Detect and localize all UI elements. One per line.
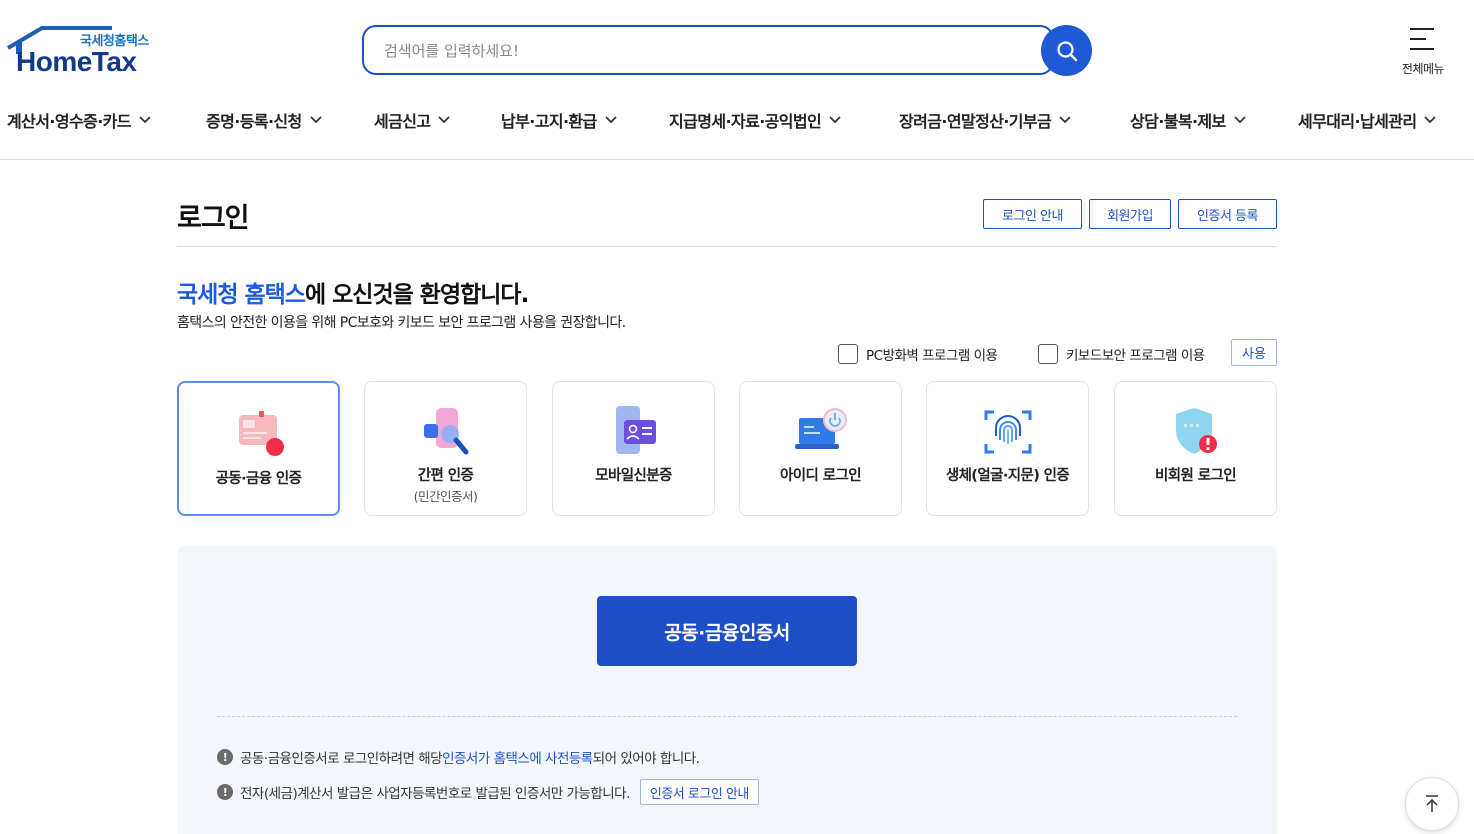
checkbox-box[interactable]: [1038, 344, 1058, 364]
certificate-icon: [238, 411, 284, 456]
nav-item-label: 세금신고: [374, 112, 431, 131]
notice-text: 전자(세금)계산서 발급은 사업자등록번호로 발급된 인증서만 가능합니다.: [240, 786, 630, 802]
method-label: 비회원 로그인: [1155, 468, 1236, 484]
welcome-text: 에 오신것을 환영합니다.: [304, 282, 529, 308]
method-label: 모바일신분증: [595, 468, 672, 484]
exclamation-icon: !: [217, 784, 233, 800]
fingerprint-icon: [984, 410, 1031, 454]
notice-text: 되어 있어야 합니다.: [592, 751, 700, 767]
simple-auth-icon: [423, 408, 468, 455]
nav-item-statement[interactable]: 지급명세·자료·공익법인: [669, 108, 841, 132]
nav-item-label: 납부·고지·환급: [501, 112, 597, 131]
chevron-down-icon: [310, 116, 322, 124]
method-biometric[interactable]: 생체(얼굴·지문) 인증: [926, 381, 1089, 516]
method-label: 아이디 로그인: [780, 468, 861, 484]
signup-button[interactable]: 회원가입: [1089, 199, 1171, 229]
exclamation-icon: !: [217, 749, 233, 765]
logo-english-text: HomeTax: [16, 46, 137, 77]
chevron-down-icon: [1424, 116, 1437, 124]
cert-login-guide-button[interactable]: 인증서 로그인 안내: [639, 779, 759, 805]
security-recommendation: 홈택스의 안전한 이용을 위해 PC보호와 키보드 보안 프로그램 사용을 권장…: [177, 315, 626, 331]
all-menu-button[interactable]: 전체메뉴: [1396, 26, 1450, 78]
welcome-heading: 국세청 홈택스에 오신것을 환영합니다.: [177, 275, 529, 309]
nav-item-label: 상담·불복·제보: [1130, 112, 1226, 131]
firewall-checkbox[interactable]: PC방화벽 프로그램 이용: [838, 343, 998, 365]
login-panel: 공동·금융인증서 ! 공동·금융인증서로 로그인하려면 해당 인증서가 홈택스에…: [177, 546, 1277, 834]
notice-e-invoice: ! 전자(세금)계산서 발급은 사업자등록번호로 발급된 인증서만 가능합니다.…: [217, 779, 759, 805]
chevron-down-icon: [1059, 116, 1071, 124]
nav-item-incentive[interactable]: 장려금·연말정산·기부금: [899, 108, 1071, 132]
chevron-down-icon: [438, 116, 451, 124]
search-box: [362, 25, 1054, 75]
search-icon: [1056, 40, 1077, 61]
arrow-up-icon: [1426, 795, 1438, 812]
laptop-icon: [794, 408, 847, 449]
all-menu-label: 전체메뉴: [1401, 62, 1445, 76]
keyboard-security-checkbox[interactable]: 키보드보안 프로그램 이용: [1038, 343, 1205, 365]
chevron-down-icon: [829, 116, 841, 124]
method-simple-auth[interactable]: 간편 인증 (민간인증서): [364, 381, 527, 516]
welcome-highlight: 국세청 홈택스: [177, 282, 306, 308]
notice-text: 공동·금융인증서로 로그인하려면 해당: [240, 751, 443, 767]
panel-divider: [217, 716, 1237, 717]
chevron-down-icon: [1234, 116, 1246, 124]
hamburger-icon: [1410, 28, 1434, 50]
header: 국세청홈택스 HomeTax 전체메뉴: [0, 0, 1474, 100]
method-label: 생체(얼굴·지문) 인증: [945, 468, 1070, 484]
use-button[interactable]: 사용: [1231, 339, 1277, 366]
cert-register-button[interactable]: 인증서 등록: [1178, 199, 1277, 229]
nav-item-payment[interactable]: 납부·고지·환급: [501, 108, 617, 132]
main-navigation: 계산서·영수증·카드 증명·등록·신청 세금신고 납부·고지·환급 지급명세·자…: [0, 100, 1474, 160]
method-label: 공동·금융 인증: [215, 471, 302, 487]
method-sub-label: (민간인증서): [413, 489, 478, 504]
nav-item-label: 세무대리·납세관리: [1298, 112, 1417, 131]
hometax-logo[interactable]: 국세청홈택스 HomeTax: [6, 26, 166, 78]
keyboard-security-label: 키보드보안 프로그램 이용: [1066, 348, 1205, 364]
method-id-login[interactable]: 아이디 로그인: [739, 381, 902, 516]
nav-item-agent[interactable]: 세무대리·납세관리: [1298, 108, 1437, 132]
chevron-down-icon: [605, 116, 617, 124]
nav-item-invoice[interactable]: 계산서·영수증·카드: [7, 108, 151, 132]
method-label: 간편 인증: [417, 468, 474, 484]
nav-item-label: 장려금·연말정산·기부금: [899, 112, 1052, 131]
method-mobile-id[interactable]: 모바일신분증: [552, 381, 715, 516]
joint-financial-cert-login-button[interactable]: 공동·금융인증서: [597, 596, 857, 666]
chevron-down-icon: [139, 116, 151, 124]
nav-item-certificate[interactable]: 증명·등록·신청: [206, 108, 322, 132]
search-input[interactable]: [384, 39, 1024, 63]
checkbox-box[interactable]: [838, 344, 858, 364]
title-divider: [177, 246, 1277, 247]
shield-icon: [1175, 408, 1217, 454]
page-title: 로그인: [177, 203, 250, 234]
nav-item-label: 증명·등록·신청: [206, 112, 302, 131]
nav-item-label: 계산서·영수증·카드: [7, 112, 132, 131]
notice-registration: ! 공동·금융인증서로 로그인하려면 해당 인증서가 홈택스에 사전등록 되어 …: [217, 747, 700, 767]
firewall-label: PC방화벽 프로그램 이용: [866, 348, 998, 364]
mobile-id-icon: [615, 406, 656, 454]
method-joint-financial-cert[interactable]: 공동·금융 인증: [177, 381, 340, 516]
nav-item-tax-report[interactable]: 세금신고: [374, 108, 451, 132]
pre-registration-link[interactable]: 인증서가 홈택스에 사전등록: [442, 747, 593, 767]
nav-item-consult[interactable]: 상담·불복·제보: [1130, 108, 1246, 132]
nav-item-label: 지급명세·자료·공익법인: [669, 112, 822, 131]
scroll-to-top-button[interactable]: [1405, 777, 1459, 831]
method-guest-login[interactable]: 비회원 로그인: [1114, 381, 1277, 516]
login-guide-button[interactable]: 로그인 안내: [983, 199, 1082, 229]
search-button[interactable]: [1041, 25, 1092, 76]
